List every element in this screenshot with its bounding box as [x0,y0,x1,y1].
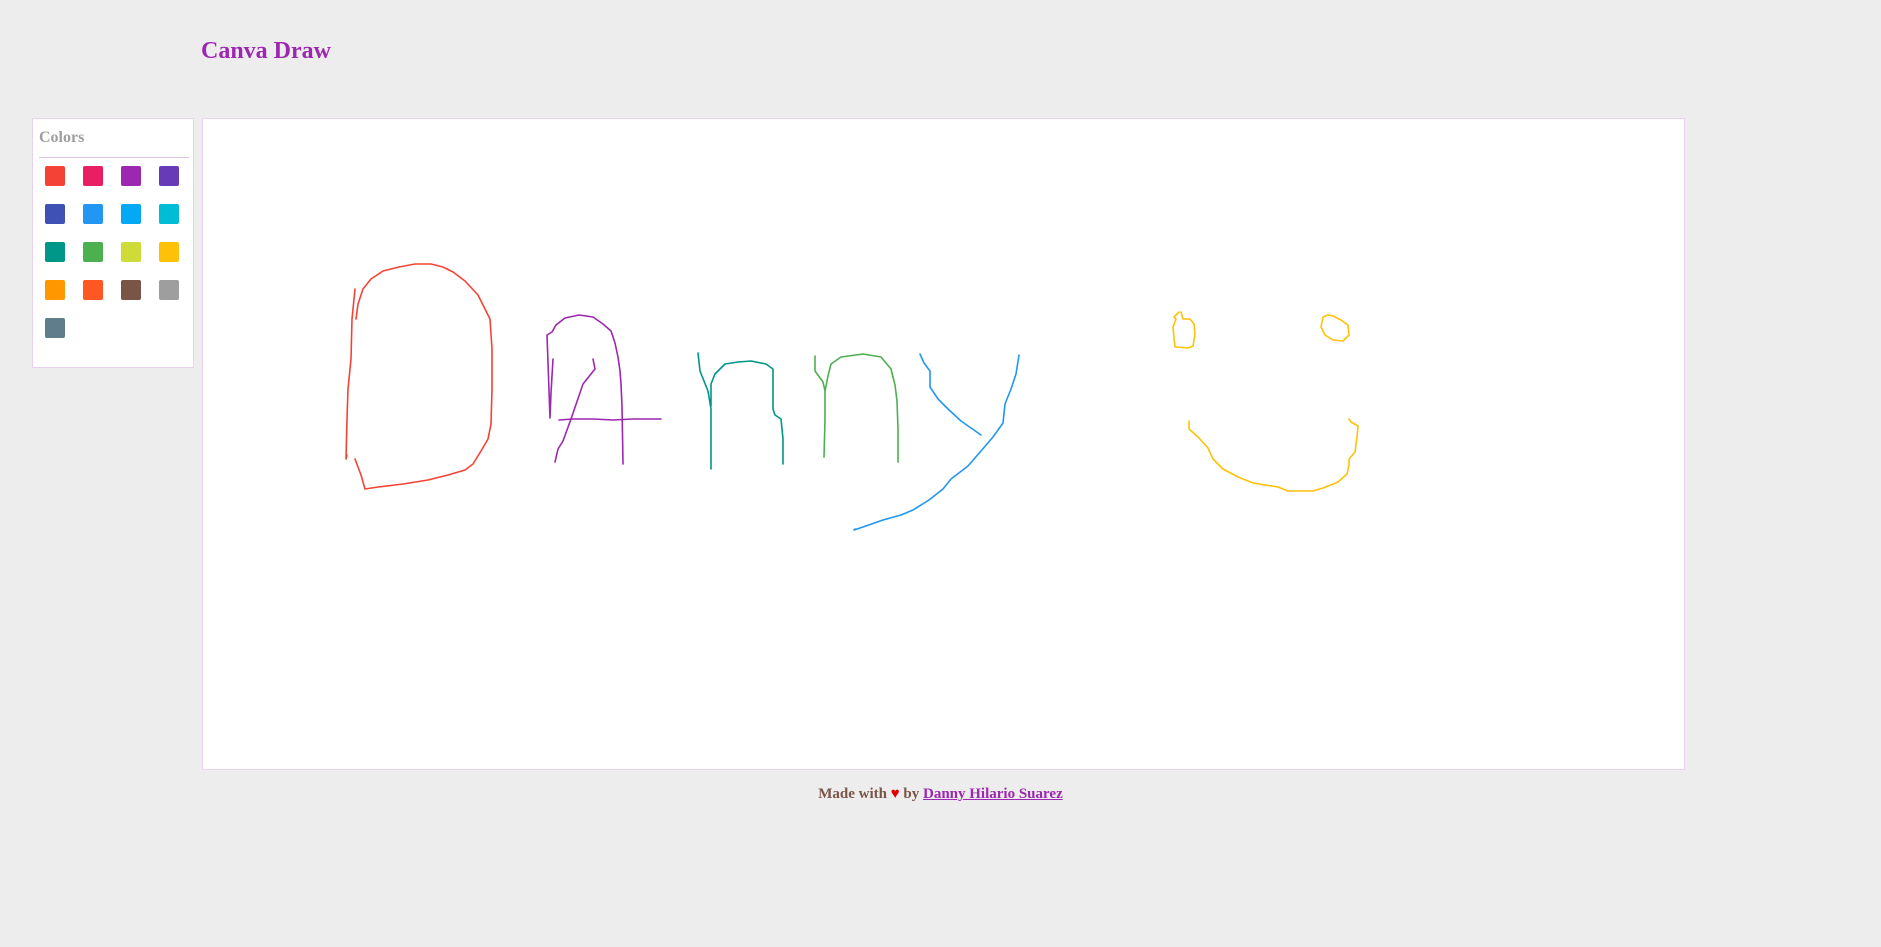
color-swatch[interactable] [45,242,65,262]
letter-y-right-stroke [853,354,1020,531]
footer: Made with ♥ by Danny Hilario Suarez [0,786,1881,803]
color-swatch[interactable] [83,280,103,300]
footer-by-text: by [903,786,920,802]
palette-title: Colors [39,129,85,146]
color-swatch[interactable] [121,204,141,224]
heart-icon: ♥ [890,786,900,802]
smiley-right-eye-stroke [1320,314,1350,342]
smiley-mouth-stroke [1188,418,1359,492]
letter-a-crossbar-stroke [558,418,662,421]
palette-divider [39,157,189,158]
color-swatch[interactable] [83,166,103,186]
letter-d-stroke [345,263,493,490]
app-title: Canva Draw [201,38,331,64]
color-swatch[interactable] [83,204,103,224]
color-swatch[interactable] [159,280,179,300]
color-swatch[interactable] [159,242,179,262]
letter-n2-stroke [814,353,899,463]
color-swatch[interactable] [45,204,65,224]
color-swatch[interactable] [159,166,179,186]
letter-a-stroke [546,314,624,465]
color-swatch[interactable] [45,318,65,338]
letter-n-stroke [697,352,784,470]
color-palette: Colors [32,118,194,368]
color-swatch[interactable] [45,166,65,186]
color-swatch[interactable] [121,166,141,186]
color-swatch[interactable] [121,280,141,300]
color-swatch[interactable] [121,242,141,262]
footer-made-with-text: Made with [818,786,887,802]
drawing-canvas[interactable] [202,118,1685,770]
color-swatch[interactable] [159,204,179,224]
letter-y-left-stroke [919,353,982,436]
smiley-left-eye-stroke [1172,311,1196,349]
drawing-surface[interactable] [203,119,1684,769]
author-link[interactable]: Danny Hilario Suarez [923,786,1063,802]
color-swatch[interactable] [83,242,103,262]
color-swatch[interactable] [45,280,65,300]
